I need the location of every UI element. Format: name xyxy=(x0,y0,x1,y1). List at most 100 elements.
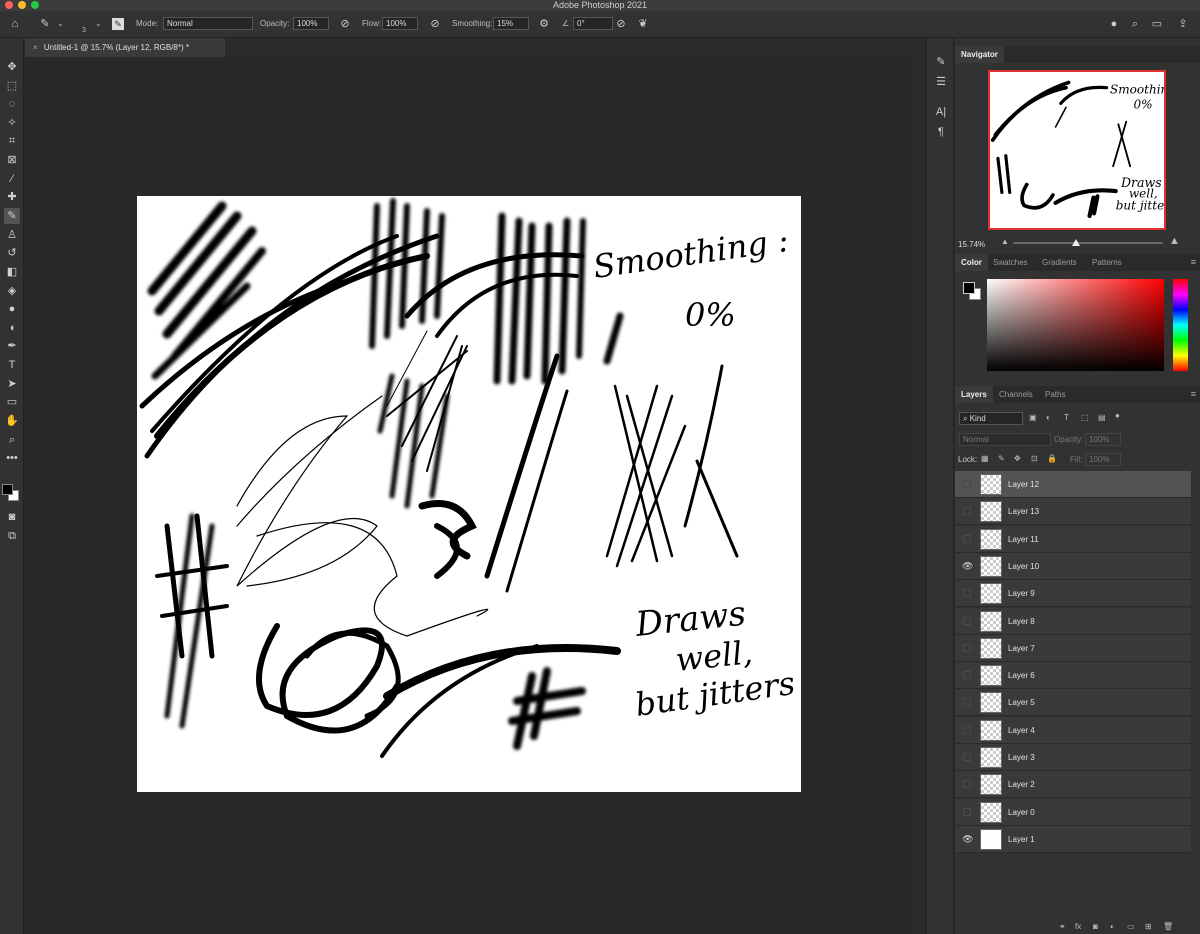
share-export-icon[interactable]: ⇪ xyxy=(1176,17,1190,31)
layer-row[interactable]: Layer 11 xyxy=(955,525,1191,553)
brush-tool-icon[interactable]: ✎ xyxy=(4,208,20,224)
chevron-down-icon[interactable]: ⌄ xyxy=(95,19,102,28)
filter-smart-object-icon[interactable]: ▤ xyxy=(1098,413,1106,422)
blur-tool-icon[interactable]: ● xyxy=(4,301,20,317)
add-mask-icon[interactable]: ◙ xyxy=(1093,922,1098,931)
healing-brush-tool-icon[interactable]: ✚ xyxy=(4,189,20,205)
minimize-window-button[interactable] xyxy=(18,1,26,9)
lock-artboard-icon[interactable]: ⊡ xyxy=(1031,454,1038,463)
blend-mode-select[interactable]: Normal xyxy=(959,433,1051,446)
lock-image-icon[interactable]: ✎ xyxy=(998,454,1005,463)
zoom-slider-handle[interactable] xyxy=(1071,239,1080,246)
layer-row[interactable]: Layer 7 xyxy=(955,634,1191,662)
smoothing-input[interactable]: 15% xyxy=(493,17,529,30)
tab-layers[interactable]: Layers xyxy=(955,386,993,403)
layer-name[interactable]: Layer 12 xyxy=(1008,480,1039,489)
layer-name[interactable]: Layer 2 xyxy=(1008,780,1035,789)
layer-name[interactable]: Layer 11 xyxy=(1008,535,1039,544)
fill-input[interactable]: 100% xyxy=(1085,453,1121,466)
visibility-toggle[interactable] xyxy=(963,780,971,789)
layer-name[interactable]: Layer 9 xyxy=(1008,589,1035,598)
character-panel-icon[interactable]: A| xyxy=(933,104,949,120)
filter-toggle-icon[interactable]: ● xyxy=(1115,411,1120,420)
layer-row[interactable]: 👁 Layer 1 xyxy=(955,825,1191,853)
workspace-icon[interactable]: ▭ xyxy=(1150,17,1164,31)
frame-tool-icon[interactable]: ⊠ xyxy=(4,152,20,168)
mode-select[interactable]: Normal xyxy=(163,17,253,30)
angle-input[interactable]: 0° xyxy=(573,17,613,30)
lock-transparent-icon[interactable]: ▦ xyxy=(981,454,989,463)
layer-row[interactable]: Layer 0 xyxy=(955,798,1191,826)
tab-paths[interactable]: Paths xyxy=(1039,386,1071,403)
tab-color[interactable]: Color xyxy=(955,254,988,271)
flow-input[interactable]: 100% xyxy=(382,17,418,30)
tab-navigator[interactable]: Navigator xyxy=(955,46,1004,63)
pen-tool-icon[interactable]: ✒ xyxy=(4,338,20,354)
visibility-toggle[interactable] xyxy=(963,725,971,734)
filter-pixel-icon[interactable]: ▣ xyxy=(1029,413,1037,422)
layer-name[interactable]: Layer 6 xyxy=(1008,671,1035,680)
brush-size[interactable]: 3 xyxy=(82,27,86,34)
layer-name[interactable]: Layer 7 xyxy=(1008,644,1035,653)
hue-slider[interactable] xyxy=(1173,279,1188,371)
fx-icon[interactable]: fx xyxy=(1075,922,1081,931)
pressure-opacity-icon[interactable]: ⊘ xyxy=(338,17,352,31)
opacity-input[interactable]: 100% xyxy=(293,17,329,30)
lock-all-icon[interactable]: 🔒 xyxy=(1047,454,1057,463)
filter-adjustment-icon[interactable]: ◐ xyxy=(1046,413,1051,422)
visibility-toggle[interactable] xyxy=(963,480,971,488)
layer-name[interactable]: Layer 10 xyxy=(1008,562,1039,571)
tab-patterns[interactable]: Patterns xyxy=(1086,254,1128,271)
close-window-button[interactable] xyxy=(5,1,13,9)
layer-row[interactable]: Layer 5 xyxy=(955,689,1191,717)
layer-name[interactable]: Layer 5 xyxy=(1008,698,1035,707)
share-icon[interactable]: ● xyxy=(1107,17,1121,31)
layer-name[interactable]: Layer 4 xyxy=(1008,726,1035,735)
symmetry-icon[interactable]: ❦ xyxy=(636,17,650,31)
adjustments-panel-icon[interactable]: ☰ xyxy=(933,74,949,90)
panel-menu-icon[interactable]: ≡ xyxy=(1191,257,1196,267)
path-selection-tool-icon[interactable]: ➤ xyxy=(4,376,20,392)
hand-tool-icon[interactable]: ✋ xyxy=(4,413,20,429)
layer-opacity-input[interactable]: 100% xyxy=(1085,433,1121,446)
visibility-toggle[interactable] xyxy=(963,616,971,625)
new-group-icon[interactable]: ▭ xyxy=(1127,922,1135,931)
lasso-tool-icon[interactable]: ◌ xyxy=(4,96,20,112)
crop-tool-icon[interactable]: ⌗ xyxy=(4,133,20,149)
chevron-down-icon[interactable]: ⌄ xyxy=(57,19,64,28)
layer-row[interactable]: Layer 12 xyxy=(955,471,1191,498)
visibility-toggle[interactable] xyxy=(963,534,971,543)
eye-icon[interactable]: 👁 xyxy=(962,834,973,844)
home-icon[interactable]: ⌂ xyxy=(8,17,22,31)
color-field[interactable] xyxy=(987,279,1164,371)
zoom-window-button[interactable] xyxy=(31,1,39,9)
visibility-toggle[interactable] xyxy=(963,671,971,680)
dodge-tool-icon[interactable]: ◖ xyxy=(4,320,20,336)
adjustment-layer-icon[interactable]: ◐ xyxy=(1110,922,1115,931)
eraser-tool-icon[interactable]: ◧ xyxy=(4,264,20,280)
type-tool-icon[interactable]: T xyxy=(4,357,20,373)
new-layer-icon[interactable]: ⊞ xyxy=(1145,922,1152,931)
eye-icon[interactable]: 👁 xyxy=(962,561,973,571)
layer-row[interactable]: 👁 Layer 10 xyxy=(955,552,1191,580)
artboard[interactable]: Smoothing : 0% Draws well, but jitters xyxy=(137,196,801,792)
filter-shape-icon[interactable]: ⬚ xyxy=(1081,413,1089,422)
visibility-toggle[interactable] xyxy=(963,507,971,516)
zoom-tool-icon[interactable]: ⌕ xyxy=(4,432,20,448)
link-layers-icon[interactable]: ⚭ xyxy=(1059,922,1066,931)
eyedropper-tool-icon[interactable]: ⁄ xyxy=(4,171,20,187)
visibility-toggle[interactable] xyxy=(963,753,971,761)
paragraph-panel-icon[interactable]: ¶ xyxy=(933,124,949,140)
brush-settings-panel-icon[interactable]: ✎ xyxy=(933,54,949,70)
rectangle-tool-icon[interactable]: ▭ xyxy=(4,394,20,410)
visibility-toggle[interactable] xyxy=(963,643,971,652)
color-fg-swatch[interactable] xyxy=(963,282,975,294)
layer-row[interactable]: Layer 3 xyxy=(955,744,1191,771)
layer-filter-select[interactable]: ⌕ Kind xyxy=(959,412,1023,425)
panel-menu-icon[interactable]: ≡ xyxy=(1191,389,1196,399)
tab-channels[interactable]: Channels xyxy=(993,386,1039,403)
airbrush-icon[interactable]: ⊘ xyxy=(428,17,442,31)
layer-row[interactable]: Layer 9 xyxy=(955,580,1191,608)
move-tool-icon[interactable]: ✥ xyxy=(4,59,20,75)
layer-row[interactable]: Layer 2 xyxy=(955,771,1191,799)
